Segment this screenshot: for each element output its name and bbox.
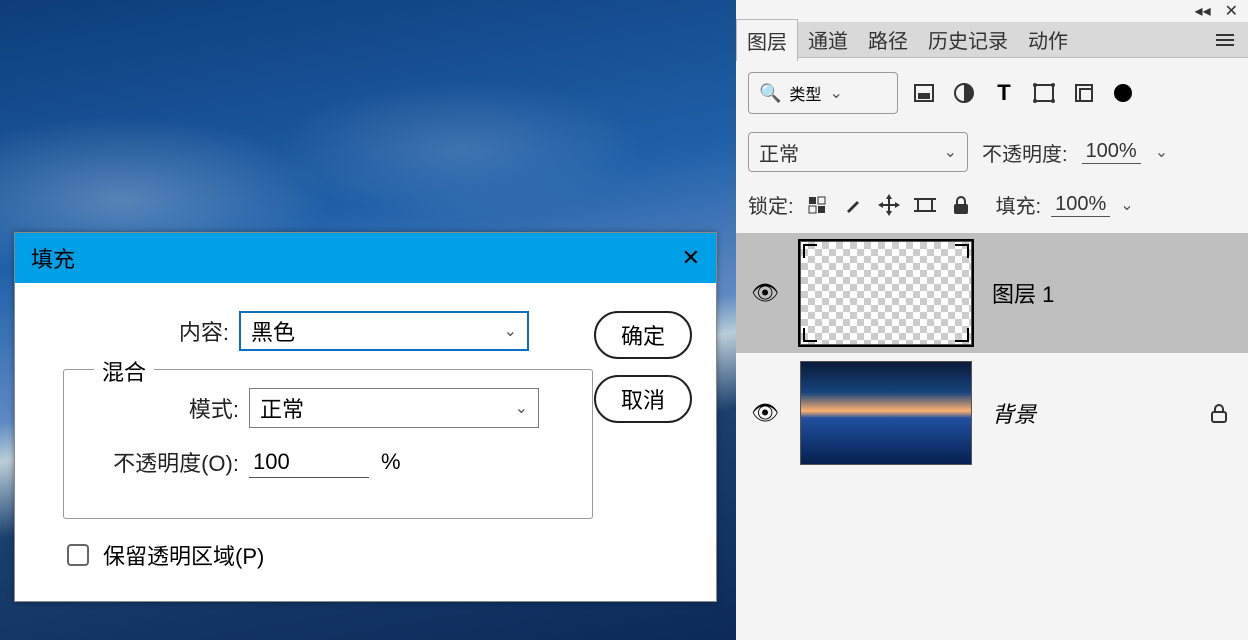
lock-icon[interactable]: [1210, 403, 1228, 423]
filter-type-select[interactable]: 🔍 类型 ⌄: [748, 72, 898, 114]
layer-name[interactable]: 图层 1: [992, 277, 1234, 309]
layers-list: 👁 图层 1 👁 背景: [736, 233, 1248, 640]
panel-opacity-label: 不透明度:: [982, 138, 1068, 167]
lock-label: 锁定:: [748, 190, 794, 219]
filter-type-icon[interactable]: T: [990, 79, 1018, 107]
blend-mode-value: 正常: [759, 138, 799, 167]
layer-row[interactable]: 👁 背景: [736, 353, 1248, 473]
corner-marker: [955, 244, 969, 258]
chevron-down-icon: ⌄: [504, 321, 517, 341]
filter-pixel-icon[interactable]: [910, 79, 938, 107]
corner-marker: [955, 328, 969, 342]
lock-artboard-icon[interactable]: [912, 195, 938, 215]
visibility-toggle-icon[interactable]: 👁: [750, 400, 780, 426]
panels-area: ◂◂ ✕ 图层 通道 路径 历史记录 动作 🔍 类型 ⌄ T 正常 ⌄ 不透明度…: [736, 0, 1248, 640]
mode-select[interactable]: 正常 ⌄: [249, 388, 539, 428]
content-label: 内容:: [39, 315, 239, 347]
blend-row: 正常 ⌄ 不透明度: 100% ⌄: [736, 128, 1248, 186]
panel-close-icon[interactable]: ✕: [1225, 1, 1238, 21]
layer-row[interactable]: 👁 图层 1: [736, 233, 1248, 353]
ok-button[interactable]: 确定: [594, 311, 692, 359]
preserve-row: 保留透明区域(P): [67, 539, 692, 571]
opacity-unit: %: [381, 449, 401, 475]
lock-row: 锁定: 填充: 100% ⌄: [736, 186, 1248, 233]
layer-name[interactable]: 背景: [992, 397, 1190, 429]
content-select[interactable]: 黑色 ⌄: [239, 311, 529, 351]
search-icon: 🔍: [759, 83, 781, 104]
panel-tabs: 图层 通道 路径 历史记录 动作: [736, 22, 1248, 58]
chevron-down-icon: ⌄: [944, 142, 957, 162]
fill-dialog: 填充 ✕ 内容: 黑色 ⌄ 混合 模式: 正常 ⌄ 不透明度(O): %: [14, 232, 717, 602]
opacity-input[interactable]: [249, 447, 369, 478]
fill-label: 填充:: [996, 190, 1042, 219]
content-value: 黑色: [251, 315, 295, 347]
lock-position-icon[interactable]: [876, 194, 902, 216]
dialog-body: 内容: 黑色 ⌄ 混合 模式: 正常 ⌄ 不透明度(O): %: [15, 283, 716, 601]
filter-type-label: 类型: [789, 81, 821, 105]
blend-fieldset: 混合 模式: 正常 ⌄ 不透明度(O): %: [63, 369, 593, 519]
filter-shape-icon[interactable]: [1030, 79, 1058, 107]
filter-smart-icon[interactable]: [1070, 79, 1098, 107]
cancel-button[interactable]: 取消: [594, 375, 692, 423]
mode-value: 正常: [260, 392, 304, 424]
panel-menu-icon[interactable]: [1214, 32, 1236, 48]
lock-all-icon[interactable]: [948, 195, 974, 215]
tab-layers[interactable]: 图层: [736, 19, 798, 61]
collapse-icon[interactable]: ◂◂: [1195, 1, 1211, 21]
chevron-down-icon: ⌄: [829, 83, 842, 103]
layer-thumbnail[interactable]: [800, 241, 972, 345]
corner-marker: [803, 244, 817, 258]
blend-mode-select[interactable]: 正常 ⌄: [748, 132, 968, 172]
transparency-pattern: [801, 242, 971, 344]
close-icon[interactable]: ✕: [682, 245, 700, 271]
opacity-label: 不透明度(O):: [74, 446, 249, 478]
tab-paths[interactable]: 路径: [858, 19, 918, 60]
tab-actions[interactable]: 动作: [1018, 19, 1078, 60]
layer-thumbnail[interactable]: [800, 361, 972, 465]
corner-marker: [803, 328, 817, 342]
panel-opacity-value[interactable]: 100%: [1082, 140, 1141, 164]
chevron-down-icon: ⌄: [515, 398, 528, 418]
mode-row: 模式: 正常 ⌄: [74, 388, 582, 428]
thumbnail-image: [801, 362, 971, 464]
preserve-label: 保留透明区域(P): [103, 539, 264, 571]
dialog-titlebar[interactable]: 填充 ✕: [15, 233, 716, 283]
tab-history[interactable]: 历史记录: [918, 19, 1018, 60]
dialog-buttons: 确定 取消: [594, 311, 692, 423]
layer-filter-row: 🔍 类型 ⌄ T: [736, 58, 1248, 128]
opacity-row: 不透明度(O): %: [74, 446, 582, 478]
filter-toggle-icon[interactable]: [1114, 84, 1132, 102]
fill-value[interactable]: 100%: [1051, 193, 1110, 217]
dialog-title: 填充: [31, 242, 75, 274]
filter-adjust-icon[interactable]: [950, 79, 978, 107]
lock-brush-icon[interactable]: [840, 195, 866, 215]
chevron-down-icon[interactable]: ⌄: [1120, 195, 1133, 215]
lock-pixels-icon[interactable]: [804, 195, 830, 215]
tab-channels[interactable]: 通道: [798, 19, 858, 60]
blend-legend: 混合: [94, 355, 154, 387]
mode-label: 模式:: [74, 392, 249, 424]
preserve-checkbox[interactable]: [67, 544, 89, 566]
visibility-toggle-icon[interactable]: 👁: [750, 280, 780, 306]
chevron-down-icon[interactable]: ⌄: [1155, 142, 1168, 162]
